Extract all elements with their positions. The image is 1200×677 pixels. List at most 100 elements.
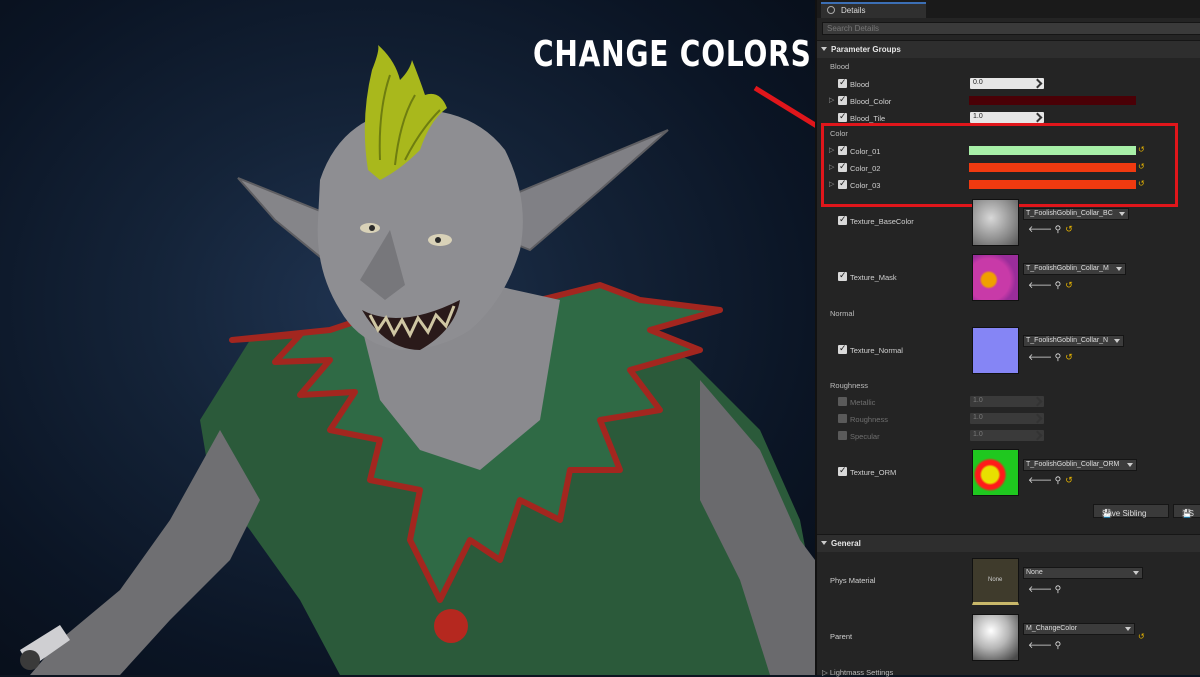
use-selected-arrow-icon[interactable]: 🡐 bbox=[1028, 352, 1052, 362]
param-blood-tile-label: Blood_Tile bbox=[850, 114, 886, 123]
lightmass-settings-label: Lightmass Settings bbox=[829, 668, 894, 677]
category-general-label: General bbox=[831, 539, 861, 548]
reset-arrow-icon[interactable]: ↺ bbox=[1065, 280, 1073, 290]
reset-arrow-icon[interactable]: ↺ bbox=[1065, 475, 1073, 485]
browse-search-icon[interactable]: ⚲ bbox=[1055, 640, 1062, 650]
blood-value: 0.0 bbox=[973, 79, 983, 86]
chevron-down-icon bbox=[1119, 212, 1125, 216]
save-sibling-label: Save Sibling bbox=[1102, 509, 1147, 518]
annotation-title: CHANGE COLORS bbox=[533, 34, 812, 75]
asset-tools: 🡐 ⚲ ↺ bbox=[1028, 224, 1073, 235]
goblin-character-render bbox=[20, 45, 815, 675]
collapse-arrow-icon bbox=[821, 47, 827, 51]
tab-bar: Details bbox=[817, 0, 1200, 18]
asset-tools: 🡐 ⚲ ↺ bbox=[1028, 352, 1073, 363]
viewport[interactable]: CHANGE COLORS bbox=[0, 0, 815, 675]
tab-details-label: Details bbox=[841, 6, 866, 15]
texture-orm-asset: T_FoolishGoblin_Collar_ORM bbox=[1026, 461, 1120, 468]
drag-icon bbox=[1032, 78, 1043, 89]
parent-value: M_ChangeColor bbox=[1026, 625, 1077, 632]
reset-arrow-icon[interactable]: ↺ bbox=[1138, 632, 1145, 641]
reset-arrow-icon[interactable]: ↺ bbox=[1065, 224, 1073, 234]
phys-material-thumbnail[interactable]: None bbox=[972, 558, 1019, 605]
blood-tile-checkbox[interactable] bbox=[838, 111, 847, 122]
metallic-checkbox[interactable] bbox=[838, 397, 847, 406]
texture-normal-asset: T_FoolishGoblin_Collar_N bbox=[1026, 337, 1109, 344]
blood-value-field[interactable]: 0.0 bbox=[970, 78, 1044, 89]
metallic-value: 1.0 bbox=[973, 397, 983, 404]
roughness-checkbox[interactable] bbox=[838, 414, 847, 423]
texture-basecolor-thumbnail[interactable] bbox=[972, 199, 1019, 246]
chevron-down-icon bbox=[1133, 571, 1139, 575]
browse-search-icon[interactable]: ⚲ bbox=[1055, 584, 1062, 594]
search-placeholder: Search Details bbox=[827, 24, 880, 33]
texture-orm-dropdown[interactable]: T_FoolishGoblin_Collar_ORM bbox=[1023, 459, 1137, 471]
specular-value-field[interactable]: 1.0 bbox=[970, 430, 1044, 441]
param-blood-color-label: Blood_Color bbox=[850, 97, 892, 106]
save-child-label: 1 S bbox=[1182, 509, 1195, 518]
browse-search-icon[interactable]: ⚲ bbox=[1055, 475, 1062, 485]
roughness-value-field[interactable]: 1.0 bbox=[970, 413, 1044, 424]
texture-orm-checkbox[interactable] bbox=[838, 465, 847, 476]
category-general[interactable]: General bbox=[817, 534, 1200, 552]
texture-basecolor-asset: T_FoolishGoblin_Collar_BC bbox=[1026, 210, 1113, 217]
blood-color-checkbox[interactable] bbox=[838, 94, 847, 105]
blood-checkbox[interactable] bbox=[838, 77, 847, 88]
use-selected-arrow-icon[interactable]: 🡐 bbox=[1028, 280, 1052, 290]
specular-checkbox[interactable] bbox=[838, 431, 847, 440]
highlight-box bbox=[821, 123, 1178, 207]
metallic-value-field[interactable]: 1.0 bbox=[970, 396, 1044, 407]
param-roughness-label: Roughness bbox=[850, 415, 888, 424]
parent-material-thumbnail[interactable] bbox=[972, 614, 1019, 661]
param-specular-label: Specular bbox=[850, 432, 880, 441]
texture-basecolor-checkbox[interactable] bbox=[838, 214, 847, 225]
group-normal-label[interactable]: Normal bbox=[830, 309, 854, 318]
group-roughness-label[interactable]: Roughness bbox=[830, 381, 868, 390]
param-texture-normal-label: Texture_Normal bbox=[850, 346, 903, 355]
texture-mask-asset: T_FoolishGoblin_Collar_M bbox=[1026, 265, 1109, 272]
roughness-value: 1.0 bbox=[973, 414, 983, 421]
param-blood-label: Blood bbox=[850, 80, 870, 89]
texture-mask-dropdown[interactable]: T_FoolishGoblin_Collar_M bbox=[1023, 263, 1126, 275]
asset-tools: 🡐 ⚲ ↺ bbox=[1028, 475, 1073, 486]
phys-material-dropdown[interactable]: None bbox=[1023, 567, 1143, 579]
texture-normal-thumbnail[interactable] bbox=[972, 327, 1019, 374]
expand-arrow-icon[interactable]: ▷ bbox=[829, 96, 834, 104]
phys-material-value: None bbox=[1026, 569, 1043, 576]
texture-basecolor-dropdown[interactable]: T_FoolishGoblin_Collar_BC bbox=[1023, 208, 1129, 220]
blood-tile-value-field[interactable]: 1.0 bbox=[970, 112, 1044, 123]
parent-dropdown[interactable]: M_ChangeColor bbox=[1023, 623, 1135, 635]
use-selected-arrow-icon[interactable]: 🡐 bbox=[1028, 640, 1052, 650]
blood-color-swatch[interactable] bbox=[969, 96, 1136, 105]
category-parameter-groups-label: Parameter Groups bbox=[831, 45, 901, 54]
browse-search-icon[interactable]: ⚲ bbox=[1055, 352, 1062, 362]
browse-search-icon[interactable]: ⚲ bbox=[1055, 280, 1062, 290]
group-blood-label[interactable]: Blood bbox=[830, 62, 849, 71]
param-texture-mask-label: Texture_Mask bbox=[850, 273, 897, 282]
texture-normal-checkbox[interactable] bbox=[838, 343, 847, 354]
parent-label: Parent bbox=[830, 632, 853, 641]
texture-mask-checkbox[interactable] bbox=[838, 270, 847, 281]
save-sibling-button[interactable]: 💾 Save Sibling bbox=[1093, 504, 1169, 518]
chevron-down-icon bbox=[1127, 463, 1133, 467]
tab-details[interactable]: Details bbox=[821, 2, 926, 18]
search-input[interactable]: Search Details bbox=[822, 22, 1200, 35]
use-selected-arrow-icon[interactable]: 🡐 bbox=[1028, 475, 1052, 485]
browse-search-icon[interactable]: ⚲ bbox=[1055, 224, 1062, 234]
collapse-arrow-icon bbox=[821, 541, 827, 545]
asset-tools: 🡐 ⚲ bbox=[1028, 640, 1061, 651]
chevron-down-icon bbox=[1125, 627, 1131, 631]
use-selected-arrow-icon[interactable]: 🡐 bbox=[1028, 584, 1052, 594]
texture-orm-thumbnail[interactable] bbox=[972, 449, 1019, 496]
category-lightmass-settings[interactable]: ▷ Lightmass Settings bbox=[822, 668, 893, 677]
category-parameter-groups[interactable]: Parameter Groups bbox=[817, 40, 1200, 58]
reset-arrow-icon[interactable]: ↺ bbox=[1065, 352, 1073, 362]
drag-icon bbox=[1032, 112, 1043, 123]
phys-material-thumb-text: None bbox=[988, 577, 1003, 583]
save-child-button[interactable]: 💾 1 S bbox=[1173, 504, 1200, 518]
annotation-arrow bbox=[753, 85, 815, 128]
asset-tools: 🡐 ⚲ bbox=[1028, 584, 1061, 595]
texture-normal-dropdown[interactable]: T_FoolishGoblin_Collar_N bbox=[1023, 335, 1124, 347]
use-selected-arrow-icon[interactable]: 🡐 bbox=[1028, 224, 1052, 234]
texture-mask-thumbnail[interactable] bbox=[972, 254, 1019, 301]
